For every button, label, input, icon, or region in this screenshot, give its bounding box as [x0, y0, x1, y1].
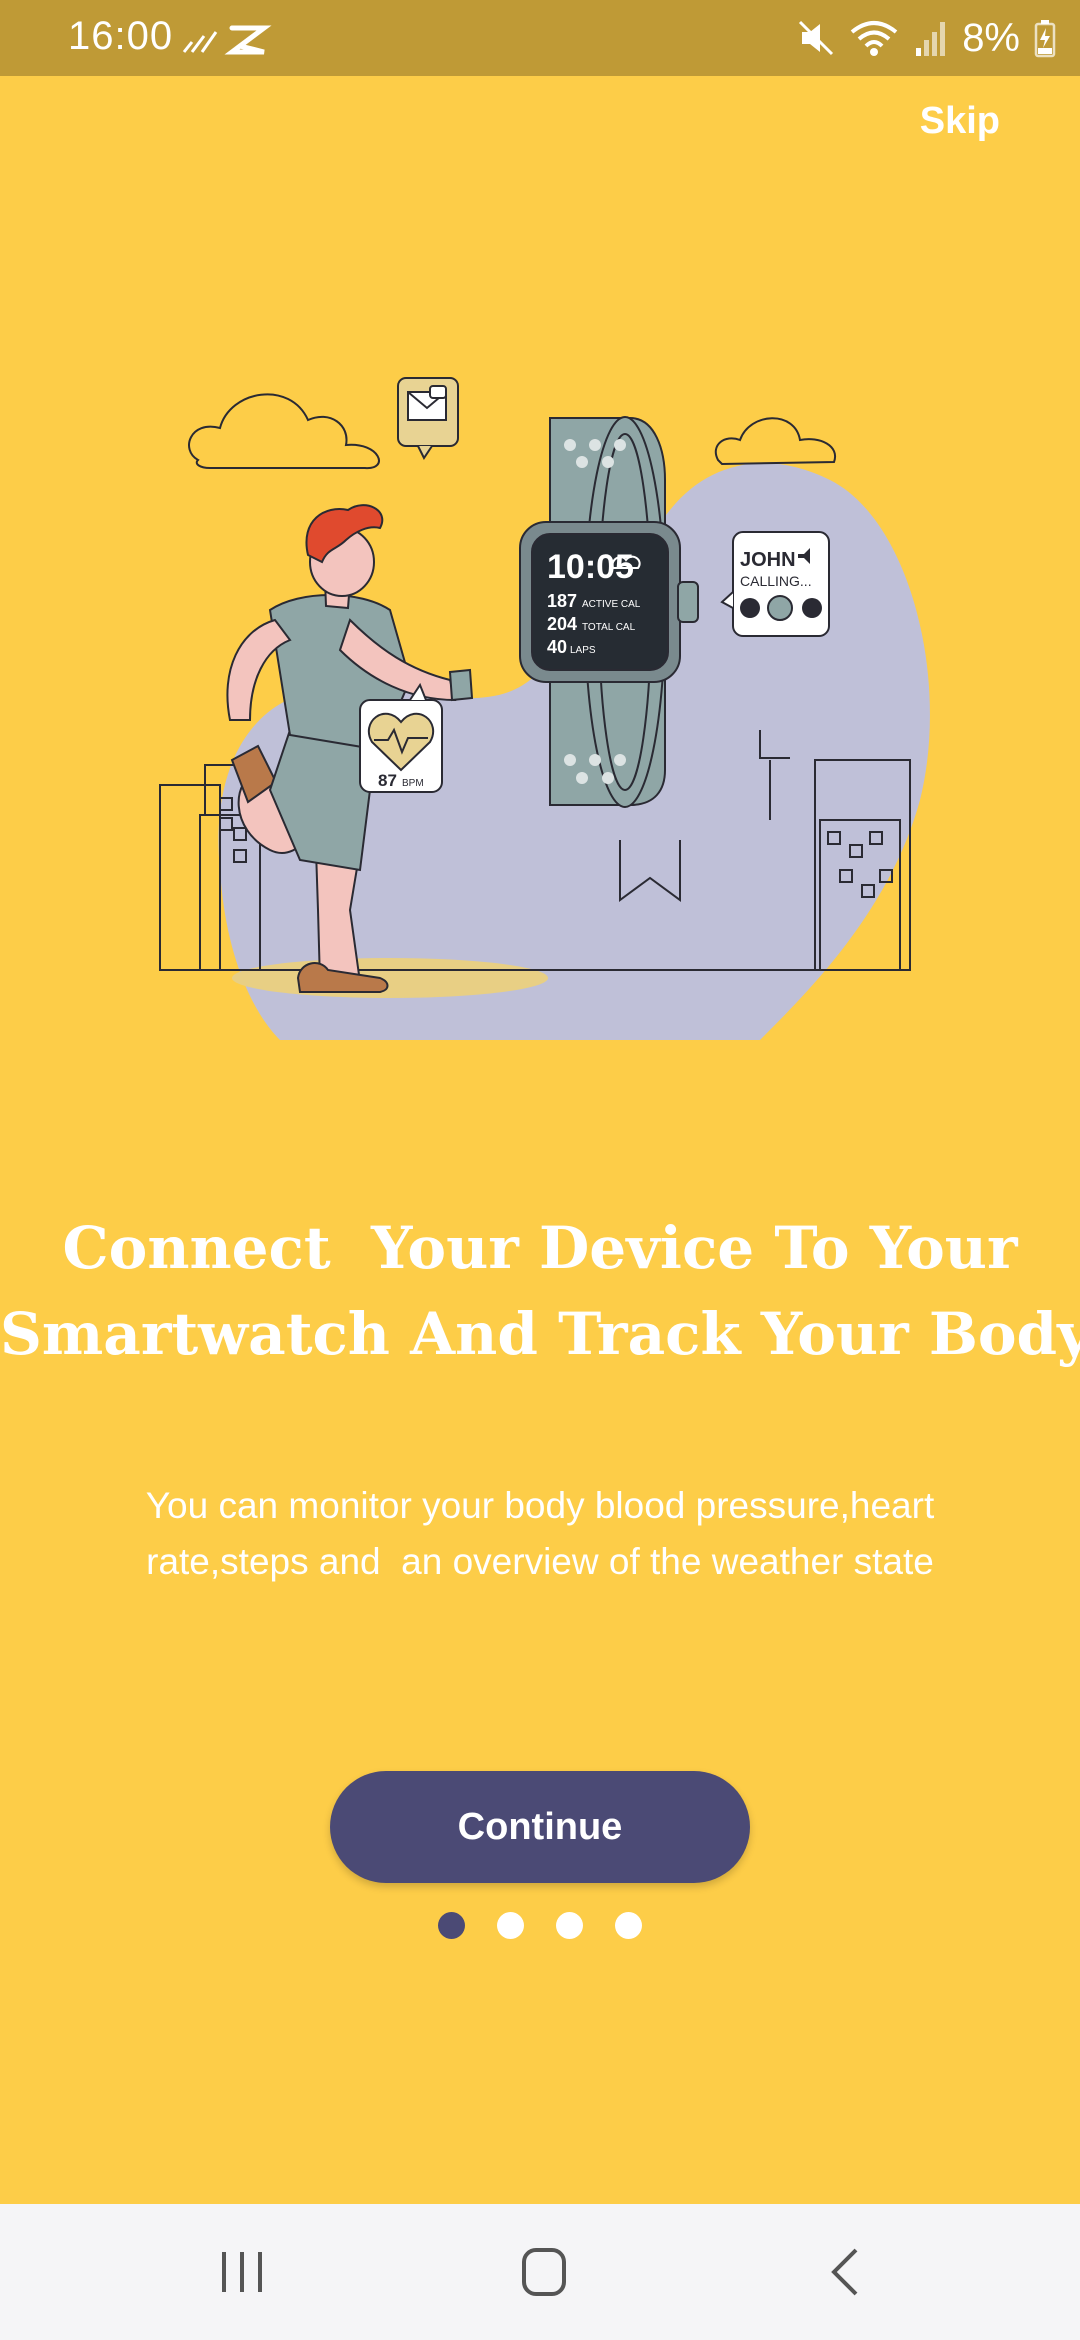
- status-bar: 16:00 8%: [0, 0, 1080, 76]
- active-cal-value: 187: [547, 591, 577, 611]
- heart-rate-value: 87: [378, 771, 397, 790]
- description-line-2: rate,steps and an overview of the weathe…: [146, 1541, 934, 1582]
- laps-label: LAPS: [570, 645, 596, 656]
- answer-call-icon: [767, 595, 793, 621]
- more-icon: [802, 598, 822, 618]
- active-cal-label: ACTIVE CAL: [582, 599, 641, 610]
- page-dot-4[interactable]: [615, 1912, 642, 1939]
- total-cal-value: 204: [547, 614, 577, 634]
- cloud-icon: [188, 393, 380, 470]
- cell-signal-icon: [916, 22, 946, 56]
- home-icon[interactable]: [504, 2240, 584, 2304]
- mute-icon: [799, 20, 834, 56]
- decline-call-icon: [740, 598, 760, 618]
- caller-name: JOHN: [740, 549, 796, 571]
- status-time: 16:00: [68, 14, 174, 58]
- page-dot-2[interactable]: [497, 1912, 524, 1939]
- headline-line-1: Connect Your Device To Your: [62, 1214, 1018, 1282]
- recent-apps-icon[interactable]: [202, 2240, 282, 2304]
- onboarding-description: You can monitor your body blood pressure…: [80, 1478, 1000, 1590]
- capcut-icon: [224, 25, 272, 55]
- back-icon[interactable]: [806, 2240, 886, 2304]
- battery-charging-icon: [1034, 20, 1056, 58]
- mail-notification-icon: [397, 377, 459, 460]
- caller-status: CALLING...: [740, 573, 812, 589]
- total-cal-label: TOTAL CAL: [582, 622, 636, 633]
- page-indicator: [438, 1912, 642, 1939]
- cloud-icon: [714, 417, 837, 466]
- laps-value: 40: [547, 637, 567, 657]
- onboarding-headline: Connect Your Device To Your Smartwatch A…: [0, 1205, 1080, 1377]
- page-dot-1[interactable]: [438, 1912, 465, 1939]
- ground-shadow: [232, 958, 548, 998]
- signal-bars-icon: [182, 31, 218, 53]
- skip-button[interactable]: Skip: [920, 100, 1000, 143]
- system-navigation-bar: [0, 2204, 1080, 2340]
- headline-line-2: Smartwatch And Track Your Body: [0, 1300, 1080, 1368]
- description-line-1: You can monitor your body blood pressure…: [145, 1485, 935, 1526]
- page-dot-3[interactable]: [556, 1912, 583, 1939]
- battery-percent: 8%: [962, 15, 1020, 60]
- heart-rate-bubble: [359, 682, 443, 793]
- continue-button[interactable]: Continue: [330, 1771, 750, 1883]
- wifi-icon: [850, 21, 898, 56]
- heart-rate-unit: BPM: [402, 778, 424, 789]
- status-left-icons: [182, 25, 272, 55]
- hero-illustration: 10:05 187 ACTIVE CAL 204 TOTAL CAL 40 LA…: [159, 377, 930, 1040]
- status-right-icons: 8%: [798, 12, 1056, 64]
